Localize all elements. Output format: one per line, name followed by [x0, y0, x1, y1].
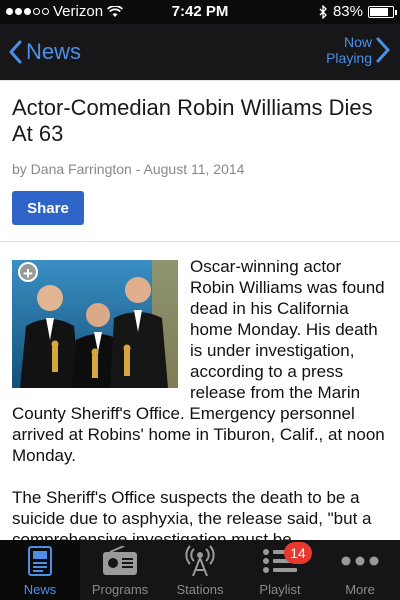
tab-programs[interactable]: Programs	[80, 540, 160, 600]
tab-programs-label: Programs	[91, 582, 149, 597]
news-icon	[27, 543, 53, 579]
navigation-bar: News Now Playing	[0, 24, 400, 80]
bluetooth-icon	[319, 4, 327, 19]
tab-news-label: News	[23, 582, 57, 597]
article-photo[interactable]: +	[12, 260, 178, 388]
article-byline: by Dana Farrington - August 11, 2014	[12, 161, 245, 177]
now-playing-button[interactable]: Now Playing	[326, 34, 390, 66]
chevron-left-icon	[9, 40, 22, 64]
share-button[interactable]: Share	[12, 191, 84, 225]
now-playing-line1: Now	[343, 34, 372, 50]
status-bar: Verizon 7:42 PM 83%	[0, 0, 400, 24]
article-headline: Actor-Comedian Robin Williams Dies At 63	[12, 95, 373, 146]
tab-more[interactable]: More	[320, 540, 400, 600]
tab-stations[interactable]: Stations	[160, 540, 240, 600]
playlist-count-badge: 14	[284, 542, 312, 564]
chevron-right-icon	[376, 37, 390, 63]
photo-image	[12, 260, 178, 388]
battery-fill	[370, 7, 389, 16]
now-playing-label: Now Playing	[326, 34, 372, 66]
article-content[interactable]: Actor-Comedian Robin Williams Dies At 63…	[0, 80, 400, 540]
battery-icon	[368, 5, 397, 18]
article-header: Actor-Comedian Robin Williams Dies At 63…	[0, 80, 400, 242]
expand-photo-icon[interactable]: +	[18, 262, 38, 283]
tab-news[interactable]: News	[0, 540, 80, 600]
back-button-label: News	[26, 39, 82, 64]
tab-stations-label: Stations	[176, 582, 224, 597]
article-body: + Oscar-winning actor Robin Williams was…	[0, 242, 400, 540]
battery-percent: 83%	[332, 3, 363, 20]
now-playing-line2: Playing	[326, 50, 372, 66]
status-right: 83%	[319, 3, 397, 20]
tab-playlist-label: Playlist	[259, 582, 301, 597]
back-button[interactable]: News	[8, 34, 81, 70]
tab-bar: News Programs Stations 14 Playlist More	[0, 540, 400, 600]
tab-playlist[interactable]: 14 Playlist	[240, 540, 320, 600]
tab-more-label: More	[345, 582, 375, 597]
radio-icon	[102, 543, 138, 579]
more-icon	[341, 543, 379, 579]
article-paragraph-2: The Sheriff's Office suspects the death …	[12, 488, 372, 540]
broadcast-icon	[185, 543, 215, 579]
